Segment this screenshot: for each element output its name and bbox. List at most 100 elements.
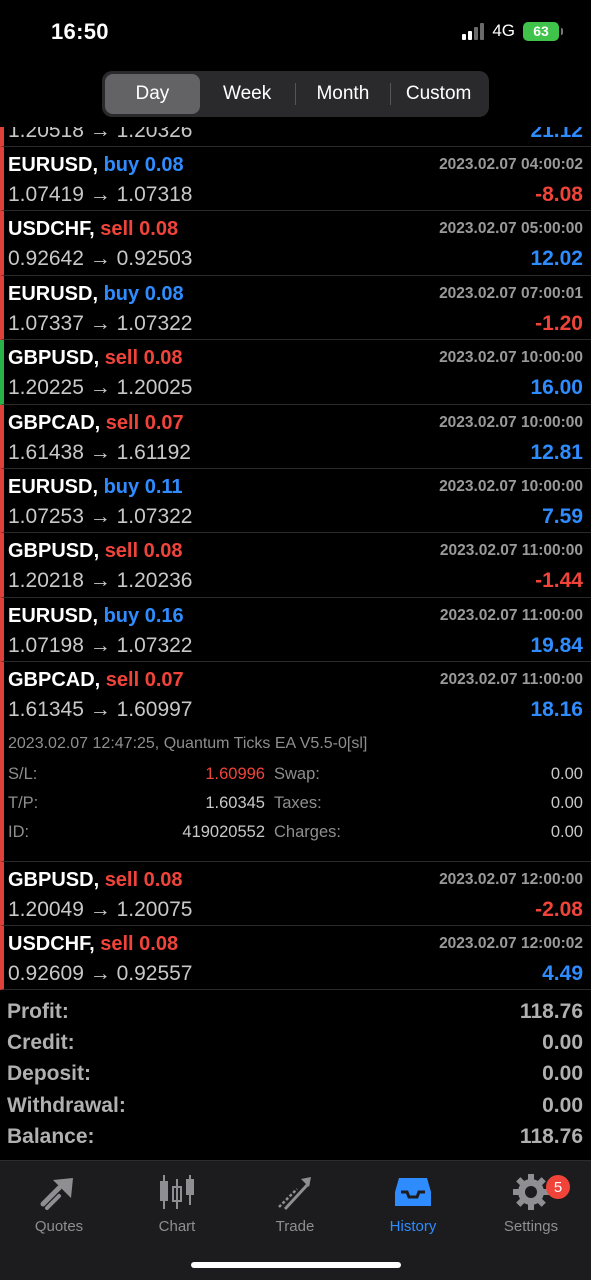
deal-prices: 0.92609 → 0.92557: [8, 961, 193, 985]
summary-label: Withdrawal:: [7, 1093, 126, 1117]
gear-icon: [476, 1171, 586, 1213]
summary-value: 118.76: [519, 1124, 583, 1148]
summary-value: 0.00: [542, 1062, 583, 1086]
tab-label: Chart: [158, 1218, 196, 1235]
deal-datetime: 2023.02.07 12:00:02: [439, 934, 583, 952]
tab-chart[interactable]: Chart: [122, 1171, 232, 1235]
deal-profit: 21.12: [530, 127, 583, 142]
deal-datetime: 2023.02.07 11:00:00: [439, 606, 583, 624]
deal-symbol: GBPUSD, sell 0.08: [8, 540, 183, 563]
deal-datetime: 2023.02.07 10:00:00: [439, 413, 583, 431]
deal-symbol: USDCHF, sell 0.08: [8, 218, 179, 241]
deal-prices: 1.20225 → 1.20025: [8, 376, 193, 400]
tab-week[interactable]: Week: [200, 74, 295, 114]
deal-row[interactable]: EURUSD, buy 0.08 2023.02.07 07:00:01 1.0…: [0, 275, 591, 341]
summary-label: Balance:: [7, 1124, 95, 1148]
deal-profit: -2.08: [535, 897, 583, 921]
trade-icon: [240, 1171, 350, 1213]
taxes-label: Taxes:: [274, 793, 322, 812]
deal-row[interactable]: GBPUSD, sell 0.08 2023.02.07 12:00:00 1.…: [0, 861, 591, 926]
deal-prices: 1.20218 → 1.20236: [8, 569, 193, 593]
deal-datetime: 2023.02.07 11:00:00: [439, 542, 583, 560]
charges-value: 0.00: [550, 822, 583, 841]
status-time: 16:50: [51, 19, 109, 44]
cellular-signal-icon: [462, 22, 485, 40]
deal-profit: -1.44: [535, 569, 583, 593]
deal-prices: 1.07198 → 1.07322: [8, 633, 193, 657]
deal-prices: 1.61438 → 1.61192: [8, 440, 191, 464]
deal-profit: 12.81: [530, 440, 583, 464]
tab-label: History: [389, 1218, 437, 1235]
deal-profit: -1.20: [535, 311, 583, 335]
deal-row[interactable]: GBPUSD, sell 0.08 2023.02.07 10:00:00 1.…: [0, 340, 591, 405]
summary-label: Credit:: [7, 1031, 75, 1055]
network-type: 4G: [492, 21, 515, 40]
sl-value: 1.60996: [205, 764, 265, 783]
deal-profit: 12.02: [530, 247, 583, 271]
tab-month[interactable]: Month: [296, 74, 391, 114]
candlestick-icon: [122, 1171, 232, 1213]
deal-row-selected[interactable]: GBPCAD, sell 0.07 2023.02.07 11:00:00 1.…: [0, 662, 591, 727]
deal-prices: 1.20518 → 1.20326: [8, 127, 193, 142]
summary-value: 118.76: [519, 1000, 583, 1023]
deal-row[interactable]: EURUSD, buy 0.08 2023.02.07 04:00:02 1.0…: [0, 147, 591, 212]
tab-quotes[interactable]: Quotes: [4, 1171, 114, 1235]
deal-row[interactable]: USDCHF, sell 0.08 2023.02.07 12:00:02 0.…: [0, 925, 591, 991]
history-inbox-icon: [358, 1171, 468, 1213]
deal-comment: 2023.02.07 12:47:25, Quantum Ticks EA V5…: [8, 734, 368, 752]
deal-symbol: GBPCAD, sell 0.07: [8, 669, 184, 692]
tp-label: T/P:: [8, 793, 39, 812]
history-summary: Profit: 118.76 Credit: 0.00 Deposit: 0.0…: [0, 997, 591, 1153]
deal-symbol: EURUSD, buy 0.16: [8, 604, 184, 627]
deal-row[interactable]: USDCHF, sell 0.08 2023.02.07 05:00:00 0.…: [0, 211, 591, 276]
tab-day[interactable]: Day: [105, 74, 200, 114]
period-segmented-control: Day Week Month Custom: [102, 71, 489, 117]
tab-history[interactable]: History: [358, 1171, 468, 1235]
deal-datetime: 2023.02.07 07:00:01: [439, 284, 583, 302]
deal-row[interactable]: GBPCAD, sell 0.07 2023.02.07 10:00:00 1.…: [0, 404, 591, 469]
id-value: 419020552: [182, 822, 265, 841]
summary-deposit: Deposit: 0.00: [0, 1059, 591, 1090]
tab-settings[interactable]: 5 Settings: [476, 1171, 586, 1235]
deal-symbol: GBPUSD, sell 0.08: [8, 868, 183, 891]
deal-profit: 7.59: [542, 504, 583, 528]
summary-value: 0.00: [542, 1031, 583, 1055]
summary-label: Profit:: [7, 1000, 69, 1023]
deal-datetime: 2023.02.07 04:00:02: [439, 156, 583, 173]
swap-value: 0.00: [550, 764, 583, 783]
summary-label: Deposit:: [7, 1062, 91, 1086]
deal-row-partial[interactable]: 1.20518 → 1.20326 21.12: [0, 127, 591, 147]
summary-withdrawal: Withdrawal: 0.00: [0, 1091, 591, 1122]
tab-custom[interactable]: Custom: [391, 74, 486, 114]
notification-badge: 5: [546, 1175, 570, 1199]
deal-symbol: EURUSD, buy 0.08: [8, 154, 184, 176]
deal-profit: -8.08: [535, 183, 583, 206]
deal-profit: 19.84: [530, 633, 583, 657]
deal-row[interactable]: EURUSD, buy 0.16 2023.02.07 11:00:00 1.0…: [0, 597, 591, 663]
status-indicators: 4G 63: [462, 21, 563, 41]
battery-icon: 63: [523, 21, 563, 41]
tab-trade[interactable]: Trade: [240, 1171, 350, 1235]
tp-value: 1.60345: [205, 793, 265, 812]
deal-datetime: 2023.02.07 05:00:00: [439, 220, 583, 238]
taxes-value: 0.00: [550, 793, 583, 812]
battery-level: 63: [533, 23, 549, 39]
deal-row[interactable]: GBPUSD, sell 0.08 2023.02.07 11:00:00 1.…: [0, 533, 591, 598]
deal-prices: 1.20049 → 1.20075: [8, 897, 193, 921]
tab-label: Trade: [275, 1218, 315, 1235]
deal-profit: 16.00: [530, 376, 583, 400]
deal-symbol: USDCHF, sell 0.08: [8, 932, 179, 955]
deal-symbol: GBPUSD, sell 0.08: [8, 347, 183, 370]
deal-symbol: EURUSD, buy 0.08: [8, 282, 184, 305]
deal-row[interactable]: EURUSD, buy 0.11 2023.02.07 10:00:00 1.0…: [0, 468, 591, 534]
id-label: ID:: [8, 822, 30, 841]
deal-profit: 18.16: [530, 698, 583, 722]
quotes-icon: [4, 1171, 114, 1213]
summary-profit: Profit: 118.76: [0, 997, 591, 1028]
home-indicator: [191, 1262, 401, 1268]
deal-prices: 1.07253 → 1.07322: [8, 504, 193, 528]
tab-label: Quotes: [34, 1218, 84, 1235]
deal-profit: 4.49: [542, 961, 583, 985]
summary-credit: Credit: 0.00: [0, 1028, 591, 1059]
swap-label: Swap:: [274, 764, 320, 783]
